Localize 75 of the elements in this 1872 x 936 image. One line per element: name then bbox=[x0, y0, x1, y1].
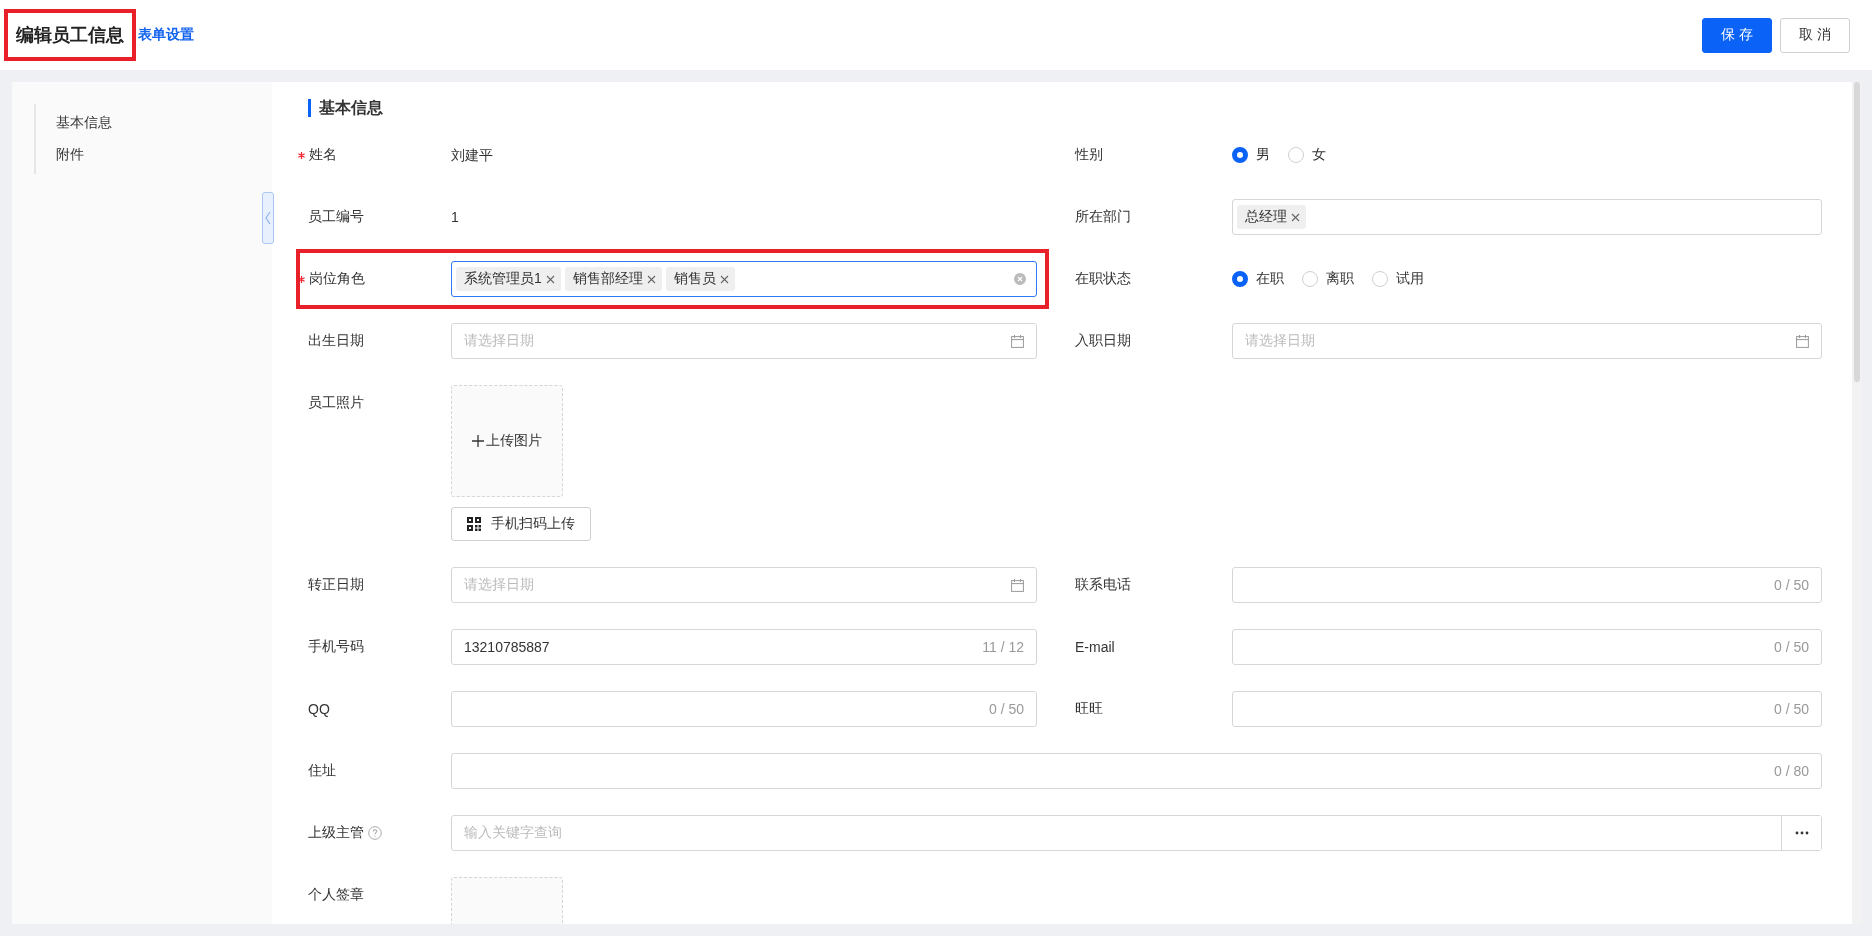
field-label: 个人签章 bbox=[308, 886, 364, 904]
tag-select-field[interactable]: 总经理 bbox=[1232, 199, 1822, 235]
image-upload-area[interactable]: 上传图片 bbox=[451, 385, 563, 497]
field-label: 性别 bbox=[1075, 146, 1103, 164]
field-label: 岗位角色 bbox=[309, 270, 365, 288]
char-counter: 0 / 50 bbox=[1773, 701, 1809, 717]
section-title: 基本信息 bbox=[308, 99, 1822, 117]
field-label: 姓名 bbox=[309, 146, 337, 164]
input-value: 13210785887 bbox=[464, 639, 550, 655]
radio-label: 在职 bbox=[1256, 270, 1284, 288]
tag-label: 系统管理员1 bbox=[464, 270, 542, 288]
radio-label: 离职 bbox=[1326, 270, 1354, 288]
tag-label: 销售员 bbox=[673, 270, 716, 288]
char-counter: 0 / 50 bbox=[1773, 577, 1809, 593]
remove-icon[interactable] bbox=[1291, 212, 1300, 222]
field-label: 手机号码 bbox=[308, 638, 364, 656]
placeholder-text: 请选择日期 bbox=[1245, 332, 1316, 350]
radio-option[interactable]: 离职 bbox=[1302, 270, 1354, 288]
text-input-field[interactable]: 13210785887 11 / 12 bbox=[451, 629, 1037, 665]
remove-icon[interactable] bbox=[646, 274, 656, 284]
scrollbar[interactable] bbox=[1852, 82, 1862, 924]
clear-icon[interactable] bbox=[1014, 273, 1026, 285]
radio-option[interactable]: 在职 bbox=[1232, 270, 1284, 288]
field-label: 旺旺 bbox=[1075, 700, 1103, 718]
radio-option[interactable]: 男 bbox=[1232, 146, 1270, 164]
char-counter: 11 / 12 bbox=[982, 639, 1024, 655]
radio-label: 女 bbox=[1312, 146, 1326, 164]
calendar-icon bbox=[1011, 578, 1024, 592]
field-label: 所在部门 bbox=[1075, 208, 1131, 226]
more-button[interactable] bbox=[1781, 816, 1821, 850]
field-value: 1 bbox=[451, 209, 459, 225]
form-settings-link[interactable]: 表单设置 bbox=[138, 26, 194, 44]
placeholder-text: 请选择日期 bbox=[464, 576, 535, 594]
qr-code-icon bbox=[467, 517, 481, 531]
placeholder-text: 输入关键字查询 bbox=[464, 824, 562, 840]
field-value: 刘建平 bbox=[451, 147, 493, 163]
field-label: 入职日期 bbox=[1075, 332, 1131, 350]
plus-icon bbox=[472, 435, 484, 447]
char-counter: 0 / 50 bbox=[988, 701, 1024, 717]
ellipsis-icon bbox=[1794, 831, 1809, 835]
radio-option[interactable]: 试用 bbox=[1372, 270, 1424, 288]
char-counter: 0 / 80 bbox=[1773, 763, 1809, 779]
remove-icon[interactable] bbox=[719, 274, 729, 284]
save-button[interactable]: 保 存 bbox=[1702, 17, 1773, 53]
scan-upload-button[interactable]: 手机扫码上传 bbox=[451, 507, 591, 541]
sidebar-item[interactable]: 附件 bbox=[56, 138, 272, 170]
radio-button[interactable] bbox=[1232, 147, 1248, 163]
field-label: 住址 bbox=[308, 762, 336, 780]
radio-label: 男 bbox=[1256, 146, 1270, 164]
remove-icon[interactable] bbox=[545, 274, 555, 284]
field-label: 员工照片 bbox=[308, 394, 364, 412]
tag-label: 销售部经理 bbox=[572, 270, 643, 288]
cancel-button[interactable]: 取 消 bbox=[1780, 17, 1850, 53]
sidebar-item[interactable]: 基本信息 bbox=[56, 106, 272, 138]
field-label: 在职状态 bbox=[1075, 270, 1131, 288]
field-label: 员工编号 bbox=[308, 208, 364, 226]
field-label: E-mail bbox=[1075, 639, 1115, 655]
field-label: 联系电话 bbox=[1075, 576, 1131, 594]
calendar-icon bbox=[1011, 334, 1024, 348]
field-label: 转正日期 bbox=[308, 576, 364, 594]
upload-label: 上传图片 bbox=[486, 432, 542, 450]
field-label: 出生日期 bbox=[308, 332, 364, 350]
tag-label: 总经理 bbox=[1245, 208, 1287, 226]
tag-select-field[interactable]: 系统管理员1 销售部经理 销售员 bbox=[451, 261, 1037, 297]
collapse-handle[interactable] bbox=[262, 192, 274, 244]
page-title: 编辑员工信息 bbox=[4, 9, 136, 61]
radio-option[interactable]: 女 bbox=[1288, 146, 1326, 164]
chevron-left-icon bbox=[265, 211, 271, 225]
field-label: 上级主管 bbox=[308, 824, 364, 842]
calendar-icon bbox=[1796, 334, 1809, 348]
radio-button[interactable] bbox=[1232, 271, 1248, 287]
radio-label: 试用 bbox=[1396, 270, 1424, 288]
placeholder-text: 请选择日期 bbox=[464, 332, 535, 350]
field-label: QQ bbox=[308, 701, 330, 717]
char-counter: 0 / 50 bbox=[1773, 639, 1809, 655]
